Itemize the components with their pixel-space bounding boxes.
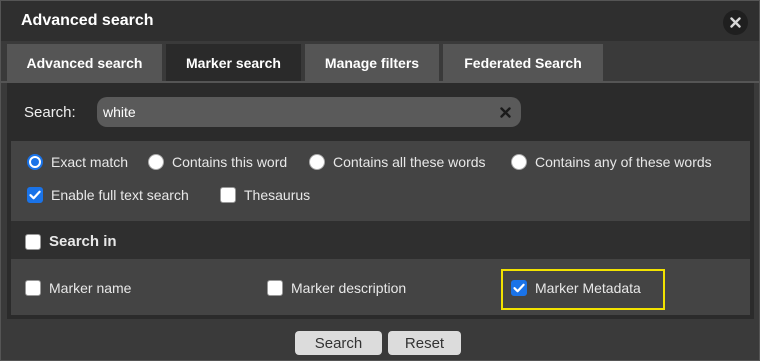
close-button[interactable] [723,10,748,35]
radio-label: Exact match [51,154,129,170]
tab-manage-filters[interactable]: Manage filters [305,44,439,81]
search-button[interactable]: Search [295,331,382,355]
search-label: Search: [24,104,76,121]
radio-contains-all-words[interactable]: Contains all these words [309,154,486,170]
marker-search-panel: Search: Exact match Contains this word [7,83,754,319]
checkbox-label: Marker name [49,280,132,296]
radio-label: Contains this word [172,154,288,170]
radio-button[interactable] [511,154,527,170]
radio-contains-this-word[interactable]: Contains this word [148,154,287,170]
search-in-header: Search in [11,221,750,259]
checkbox[interactable] [25,233,41,250]
search-box [97,97,521,127]
match-options-panel: Exact match Contains this word Contains … [11,141,750,221]
checkbox-label: Enable full text search [51,187,189,203]
radio-button[interactable] [309,154,325,170]
radio-button[interactable] [27,154,43,170]
tab-federated-search[interactable]: Federated Search [443,44,603,81]
clear-search-button[interactable] [496,102,514,122]
radio-contains-any-words[interactable]: Contains any of these words [511,154,712,170]
tab-bar: Advanced search Marker search Manage fil… [1,41,759,83]
checkbox-marker-description[interactable]: Marker description [267,280,406,296]
metadata-highlight-box [501,269,665,310]
radio-button[interactable] [148,154,164,170]
checkbox-marker-name[interactable]: Marker name [25,280,131,296]
dialog-titlebar: Advanced search [1,1,759,41]
checkbox[interactable] [27,187,43,203]
reset-button[interactable]: Reset [388,331,461,355]
checkbox-label: Thesaurus [244,187,311,203]
search-input[interactable] [103,101,493,123]
dialog-title: Advanced search [21,12,154,29]
search-row: Search: [7,83,754,139]
clear-x-icon [499,106,511,118]
checkbox[interactable] [220,187,236,203]
tab-marker-search[interactable]: Marker search [166,44,301,81]
radio-label: Contains any of these words [535,154,712,170]
checkbox-search-in[interactable]: Search in [25,233,117,250]
checkbox[interactable] [25,280,41,296]
radio-exact-match[interactable]: Exact match [27,154,128,170]
checkmark-icon [29,190,41,200]
advanced-search-dialog: Advanced search Advanced search Marker s… [0,0,760,361]
tab-advanced-search[interactable]: Advanced search [7,44,162,81]
checkbox[interactable] [267,280,283,296]
radio-label: Contains all these words [333,154,486,170]
checkbox-label: Marker description [291,280,407,296]
close-icon [730,17,741,28]
checkbox-thesaurus[interactable]: Thesaurus [220,187,310,203]
checkbox-full-text-search[interactable]: Enable full text search [27,187,189,203]
search-in-label: Search in [49,233,117,250]
